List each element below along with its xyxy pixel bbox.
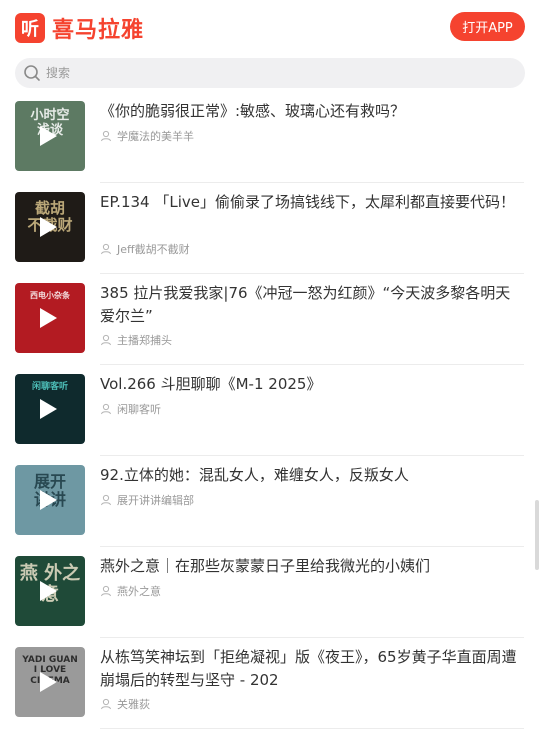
episode-title[interactable]: 385 拉片我爱我家|76《冲冠一怒为红颜》“今天波多黎各明天爱尔兰” [100,282,525,328]
author-name: 闲聊客听 [117,403,161,416]
list-item[interactable]: 西电小杂条 385 拉片我爱我家|76《冲冠一怒为红颜》“今天波多黎各明天爱尔兰… [0,274,540,365]
episode-author[interactable]: 关雅荻 [100,696,150,712]
play-icon[interactable] [40,126,57,146]
episode-author[interactable]: 学魔法的美羊羊 [100,128,194,144]
play-icon[interactable] [40,581,57,601]
user-icon [101,494,111,506]
episode-list: 小时空 浅谈 《你的脆弱很正常》:敏感、玻璃心还有救吗？ 学魔法的美羊羊 截胡 … [0,92,540,729]
list-item[interactable]: YADI GUAN I LOVE CINEMA 从栋笃笑神坛到「拒绝凝视」版《夜… [0,638,540,729]
author-name: 展开讲讲编辑部 [117,494,194,507]
episode-cover[interactable]: 燕 外之意 [15,556,85,626]
play-icon[interactable] [40,490,57,510]
episode-title[interactable]: 燕外之意｜在那些灰蒙蒙日子里给我微光的小姨们 [100,555,525,578]
user-icon [101,403,111,415]
cover-art-text: 闲聊客听 [31,382,68,392]
author-name: 学魔法的美羊羊 [117,130,194,143]
episode-title[interactable]: Vol.266 斗胆聊聊《M-1 2025》 [100,373,525,396]
user-icon [101,585,111,597]
logo-text: 喜马拉雅 [52,18,145,43]
list-item[interactable]: 截胡 不截财 EP.134 「Live」偷偷录了场搞钱线下，太犀利都直接要代码！… [0,183,540,274]
play-icon[interactable] [40,672,57,692]
author-name: 燕外之意 [117,585,161,598]
episode-author[interactable]: 闲聊客听 [100,401,161,417]
user-icon [101,698,111,710]
episode-author[interactable]: 燕外之意 [100,583,161,599]
episode-cover[interactable]: 闲聊客听 [15,374,85,444]
search-icon [24,65,40,81]
episode-cover[interactable]: 截胡 不截财 [15,192,85,262]
author-name: 关雅荻 [117,698,150,711]
episode-author[interactable]: Jeff截胡不截财 [100,241,190,257]
user-icon [101,334,111,346]
cover-art-text: 西电小杂条 [30,291,70,300]
episode-author[interactable]: 主播郑捕头 [100,332,172,348]
episode-cover[interactable]: 展开 讲讲 [15,465,85,535]
episode-title[interactable]: 92.立体的她：混乱女人，难缠女人，反叛女人 [100,464,525,487]
scrollbar[interactable] [535,500,539,570]
search-bar[interactable] [15,58,525,88]
user-icon [101,130,111,142]
episode-author[interactable]: 展开讲讲编辑部 [100,492,194,508]
play-icon[interactable] [40,399,57,419]
author-name: Jeff截胡不截财 [117,243,190,256]
list-item[interactable]: 燕 外之意 燕外之意｜在那些灰蒙蒙日子里给我微光的小姨们 燕外之意 [0,547,540,638]
list-item[interactable]: 闲聊客听 Vol.266 斗胆聊聊《M-1 2025》 闲聊客听 [0,365,540,456]
brand-logo[interactable]: 听 喜马拉雅 [15,12,144,44]
logo-mark: 听 [15,13,45,43]
play-icon[interactable] [40,217,57,237]
search-input[interactable] [44,65,508,81]
episode-cover[interactable]: 小时空 浅谈 [15,101,85,171]
author-name: 主播郑捕头 [117,334,172,347]
user-icon [101,243,111,255]
play-icon[interactable] [40,308,57,328]
episode-title[interactable]: 《你的脆弱很正常》:敏感、玻璃心还有救吗？ [100,100,525,123]
list-item[interactable]: 展开 讲讲 92.立体的她：混乱女人，难缠女人，反叛女人 展开讲讲编辑部 [0,456,540,547]
open-app-button[interactable]: 打开APP [450,12,525,41]
episode-cover[interactable]: 西电小杂条 [15,283,85,353]
episode-cover[interactable]: YADI GUAN I LOVE CINEMA [15,647,85,717]
list-item[interactable]: 小时空 浅谈 《你的脆弱很正常》:敏感、玻璃心还有救吗？ 学魔法的美羊羊 [0,92,540,183]
top-header: 听 喜马拉雅 打开APP [0,0,540,56]
episode-title[interactable]: EP.134 「Live」偷偷录了场搞钱线下，太犀利都直接要代码！ [100,191,525,214]
episode-title[interactable]: 从栋笃笑神坛到「拒绝凝视」版《夜王》，65岁黄子华直面周遭崩塌后的转型与坚守 -… [100,646,525,692]
